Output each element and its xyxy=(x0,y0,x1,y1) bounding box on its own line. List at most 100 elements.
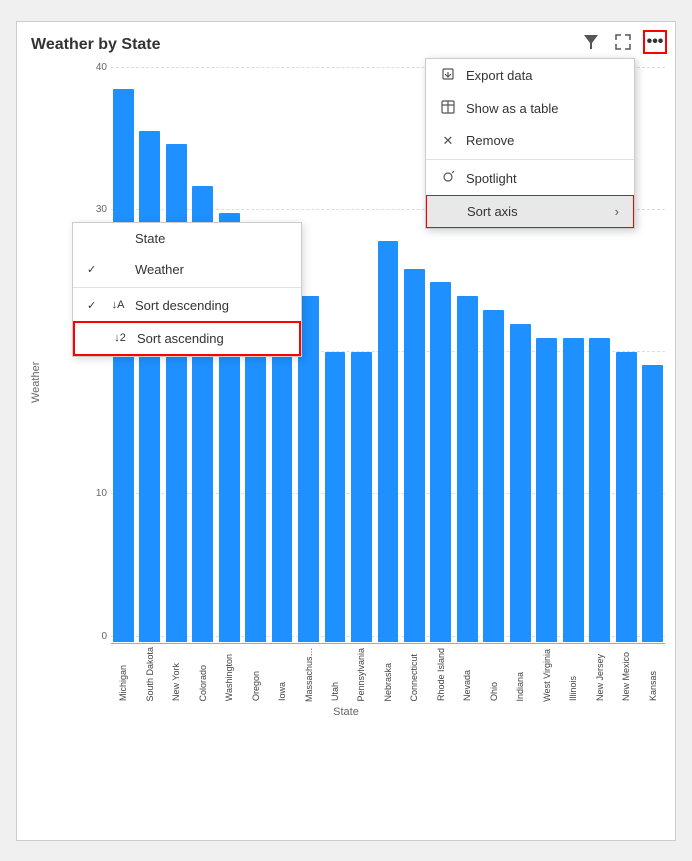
check-weather: ✓ xyxy=(87,263,101,276)
y-tick-label: 40 xyxy=(79,62,107,73)
x-label-column: New Jersey xyxy=(587,644,611,702)
x-label-text: Iowa xyxy=(277,682,287,701)
sub-menu-label-weather: Weather xyxy=(135,262,287,277)
x-label-text: New York xyxy=(171,663,181,701)
sub-menu-item-state[interactable]: State xyxy=(73,223,301,254)
bar[interactable] xyxy=(378,241,399,641)
show-table-label: Show as a table xyxy=(466,101,620,116)
spotlight-label: Spotlight xyxy=(466,171,620,186)
x-label-column: Pennsylvania xyxy=(349,644,373,702)
sub-menu-divider xyxy=(73,287,301,288)
x-label-text: Rhode Island xyxy=(436,648,446,701)
x-label-text: Colorado xyxy=(198,665,208,702)
export-data-icon xyxy=(440,67,456,84)
chart-title: Weather by State xyxy=(31,36,665,54)
x-label-column: South Dakota xyxy=(137,644,161,702)
x-label-column: Michigan xyxy=(111,644,135,702)
x-label-text: Kansas xyxy=(648,671,658,701)
sub-menu-label-state: State xyxy=(135,231,287,246)
bar[interactable] xyxy=(139,131,160,642)
x-label-text: Massachuse... xyxy=(304,646,314,702)
x-label-column: Iowa xyxy=(270,644,294,702)
spotlight-icon xyxy=(440,170,456,187)
bar[interactable] xyxy=(589,338,610,642)
bar-column[interactable] xyxy=(323,62,347,642)
chart-container: ••• Weather by State Weather 40 30 20 10… xyxy=(16,21,676,841)
x-label-text: Utah xyxy=(330,682,340,701)
context-menu-item-remove[interactable]: ✕ Remove xyxy=(426,125,634,157)
bar-column[interactable] xyxy=(349,62,373,642)
bar[interactable] xyxy=(113,89,134,641)
check-sort-desc: ✓ xyxy=(87,299,101,312)
more-options-button[interactable]: ••• xyxy=(643,30,667,54)
show-table-icon xyxy=(440,100,456,117)
x-label-column: West Virginia xyxy=(535,644,559,702)
x-label-column: Nebraska xyxy=(376,644,400,702)
x-label-text: Oregon xyxy=(251,671,261,701)
context-menu-item-sort-axis[interactable]: Sort axis › xyxy=(426,195,634,228)
sort-axis-label: Sort axis xyxy=(467,204,605,219)
x-label-text: New Jersey xyxy=(595,654,605,701)
x-label-text: West Virginia xyxy=(542,649,552,702)
toolbar: ••• xyxy=(579,30,667,54)
context-menu-item-spotlight[interactable]: Spotlight xyxy=(426,162,634,195)
context-menu: Export data Show as a table ✕ Remove Spo… xyxy=(425,58,635,229)
x-label-text: South Dakota xyxy=(145,647,155,702)
bar[interactable] xyxy=(325,352,346,642)
sub-menu-item-sort-asc[interactable]: ↓2 Sort ascending xyxy=(73,321,301,356)
x-label-column: Rhode Island xyxy=(429,644,453,702)
x-label-column: Massachuse... xyxy=(296,644,320,702)
y-tick-label: 0 xyxy=(79,631,107,642)
x-label-column: Utah xyxy=(323,644,347,702)
sub-menu: State ✓ Weather ✓ ↓A Sort descending ↓2 … xyxy=(72,222,302,357)
x-label-text: Pennsylvania xyxy=(356,648,366,702)
bar-column[interactable] xyxy=(376,62,400,642)
sub-menu-item-weather[interactable]: ✓ Weather xyxy=(73,254,301,285)
x-axis-title: State xyxy=(27,706,665,718)
x-label-text: Indiana xyxy=(515,672,525,702)
bar[interactable] xyxy=(457,296,478,641)
x-label-text: Ohio xyxy=(489,682,499,701)
context-menu-item-export-data[interactable]: Export data xyxy=(426,59,634,92)
filter-icon[interactable] xyxy=(579,30,603,54)
bar[interactable] xyxy=(642,365,663,641)
x-label-text: New Mexico xyxy=(621,652,631,701)
x-label-column: Nevada xyxy=(455,644,479,702)
bar[interactable] xyxy=(510,324,531,642)
y-tick-label: 30 xyxy=(79,204,107,215)
x-label-column: Washington xyxy=(217,644,241,702)
x-label-column: New York xyxy=(164,644,188,702)
x-label-column: Oregon xyxy=(243,644,267,702)
bar[interactable] xyxy=(351,352,372,642)
bar[interactable] xyxy=(483,310,504,641)
x-label-column: Connecticut xyxy=(402,644,426,702)
bar[interactable] xyxy=(166,144,187,641)
sort-desc-icon: ↓A xyxy=(109,299,127,311)
bar[interactable] xyxy=(404,269,425,642)
x-label-column: Kansas xyxy=(640,644,664,702)
expand-icon[interactable] xyxy=(611,30,635,54)
x-label-text: Washington xyxy=(224,654,234,701)
y-tick-label: 10 xyxy=(79,488,107,499)
sub-menu-item-sort-desc[interactable]: ✓ ↓A Sort descending xyxy=(73,290,301,321)
x-label-column: Colorado xyxy=(190,644,214,702)
bar[interactable] xyxy=(536,338,557,642)
y-axis-label: Weather xyxy=(27,62,45,702)
context-menu-item-show-table[interactable]: Show as a table xyxy=(426,92,634,125)
remove-icon: ✕ xyxy=(440,133,456,149)
menu-divider xyxy=(426,159,634,160)
x-label-column: New Mexico xyxy=(614,644,638,702)
sub-menu-label-sort-asc: Sort ascending xyxy=(137,331,285,346)
x-label-text: Connecticut xyxy=(409,654,419,702)
x-label-column: Indiana xyxy=(508,644,532,702)
x-label-text: Nebraska xyxy=(383,663,393,702)
bar-column[interactable] xyxy=(640,62,664,642)
sort-asc-icon: ↓2 xyxy=(111,332,129,344)
bar[interactable] xyxy=(430,282,451,641)
bar[interactable] xyxy=(616,352,637,642)
submenu-arrow: › xyxy=(615,204,619,219)
remove-label: Remove xyxy=(466,133,620,148)
bar[interactable] xyxy=(563,338,584,642)
x-label-column: Illinois xyxy=(561,644,585,702)
bar-column[interactable] xyxy=(402,62,426,642)
